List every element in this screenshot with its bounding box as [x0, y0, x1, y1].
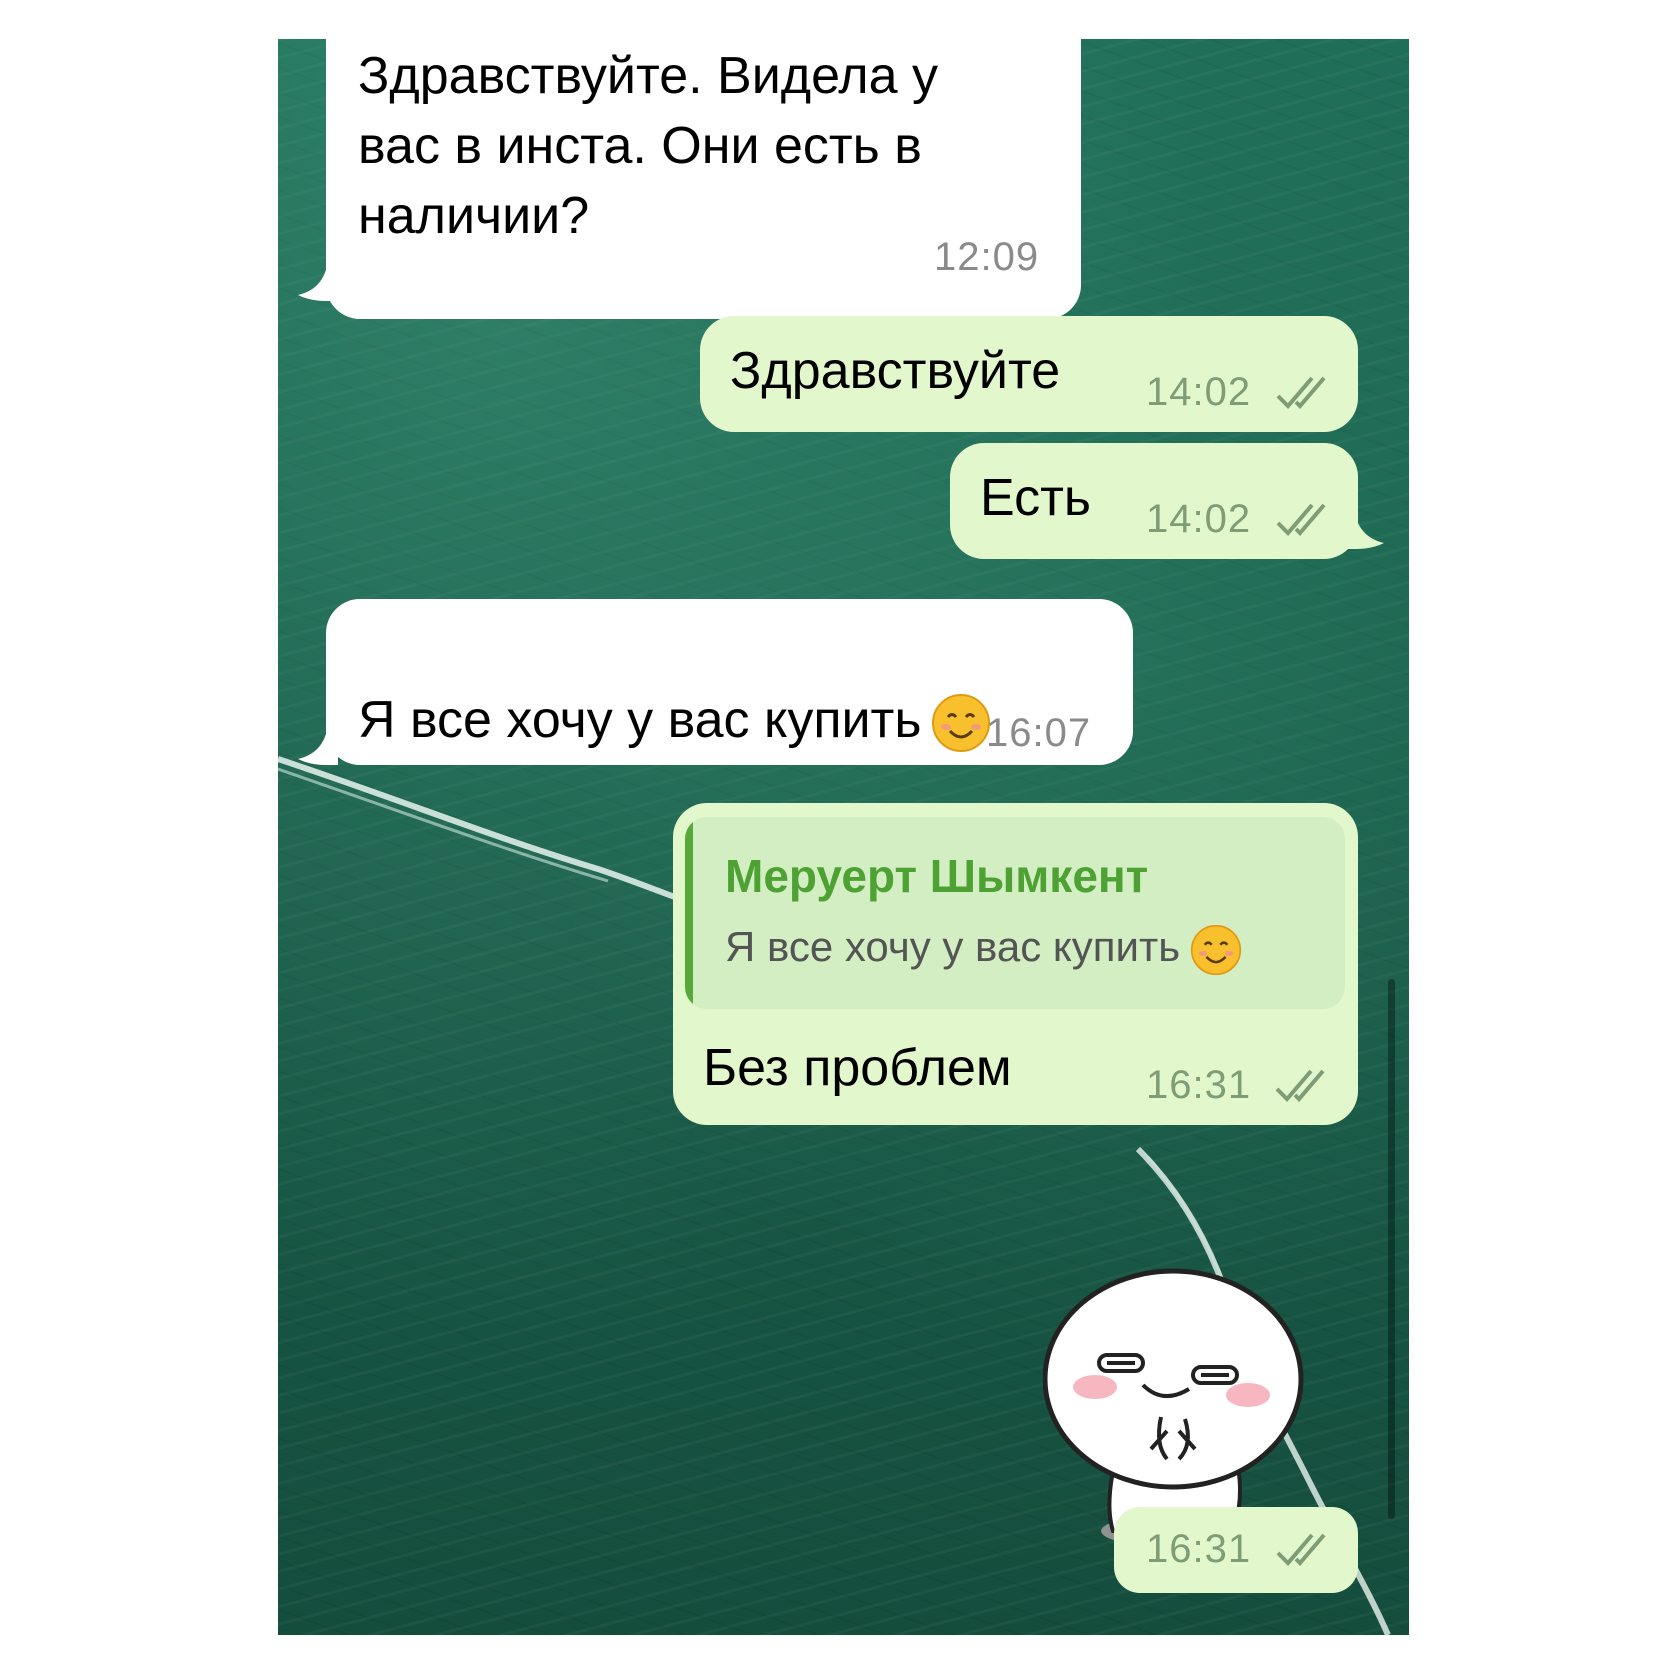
outgoing-message[interactable]: Здравствуйте 14:02 [700, 316, 1358, 432]
sticker-time-badge: 16:31 [1114, 1507, 1358, 1593]
message-time: 16:31 [1146, 1527, 1252, 1571]
bubble-tail [298, 261, 338, 301]
message-time: 16:07 [986, 711, 1092, 755]
bubble-tail [1344, 509, 1384, 549]
quoted-text-content: Я все хочу у вас купить [725, 923, 1181, 970]
chat-view[interactable]: Здравствуйте. Видела у вас в инста. Они … [278, 39, 1409, 1635]
message-time: 14:02 [1146, 370, 1252, 414]
smiling-face-emoji-icon [932, 694, 991, 753]
message-text: Здравствуйте. Видела у вас в инста. Они … [358, 47, 938, 245]
message-text-content: Я все хочу у вас купить [358, 691, 922, 749]
quoted-message[interactable]: Меруерт Шымкент Я все хочу у вас купить [685, 817, 1345, 1009]
incoming-message[interactable]: Я все хочу у вас купить 16:07 [326, 599, 1133, 765]
quoted-text: Я все хочу у вас купить [725, 923, 1242, 976]
read-ticks-icon [1276, 503, 1326, 536]
message-time: 16:31 [1146, 1063, 1252, 1107]
read-ticks-icon [1276, 376, 1326, 409]
outgoing-reply-message[interactable]: Меруерт Шымкент Я все хочу у вас купить … [673, 803, 1358, 1125]
bubble-tail [298, 725, 338, 765]
quote-bar [685, 817, 693, 1009]
incoming-message[interactable]: Здравствуйте. Видела у вас в инста. Они … [326, 39, 1081, 319]
read-ticks-icon [1275, 1069, 1325, 1102]
message-text: Есть [980, 469, 1092, 527]
message-text: Здравствуйте [730, 342, 1061, 400]
outgoing-message[interactable]: Есть 14:02 [950, 443, 1358, 559]
smiling-face-emoji-icon [1190, 924, 1242, 976]
message-text: Без проблем [703, 1039, 1012, 1097]
message-time: 14:02 [1146, 497, 1252, 541]
quoted-sender-name: Меруерт Шымкент [725, 850, 1149, 902]
message-text: Я все хочу у вас купить [358, 615, 991, 755]
message-time: 12:09 [934, 235, 1040, 279]
read-ticks-icon [1276, 1533, 1326, 1566]
scrollbar[interactable] [1388, 979, 1395, 1519]
